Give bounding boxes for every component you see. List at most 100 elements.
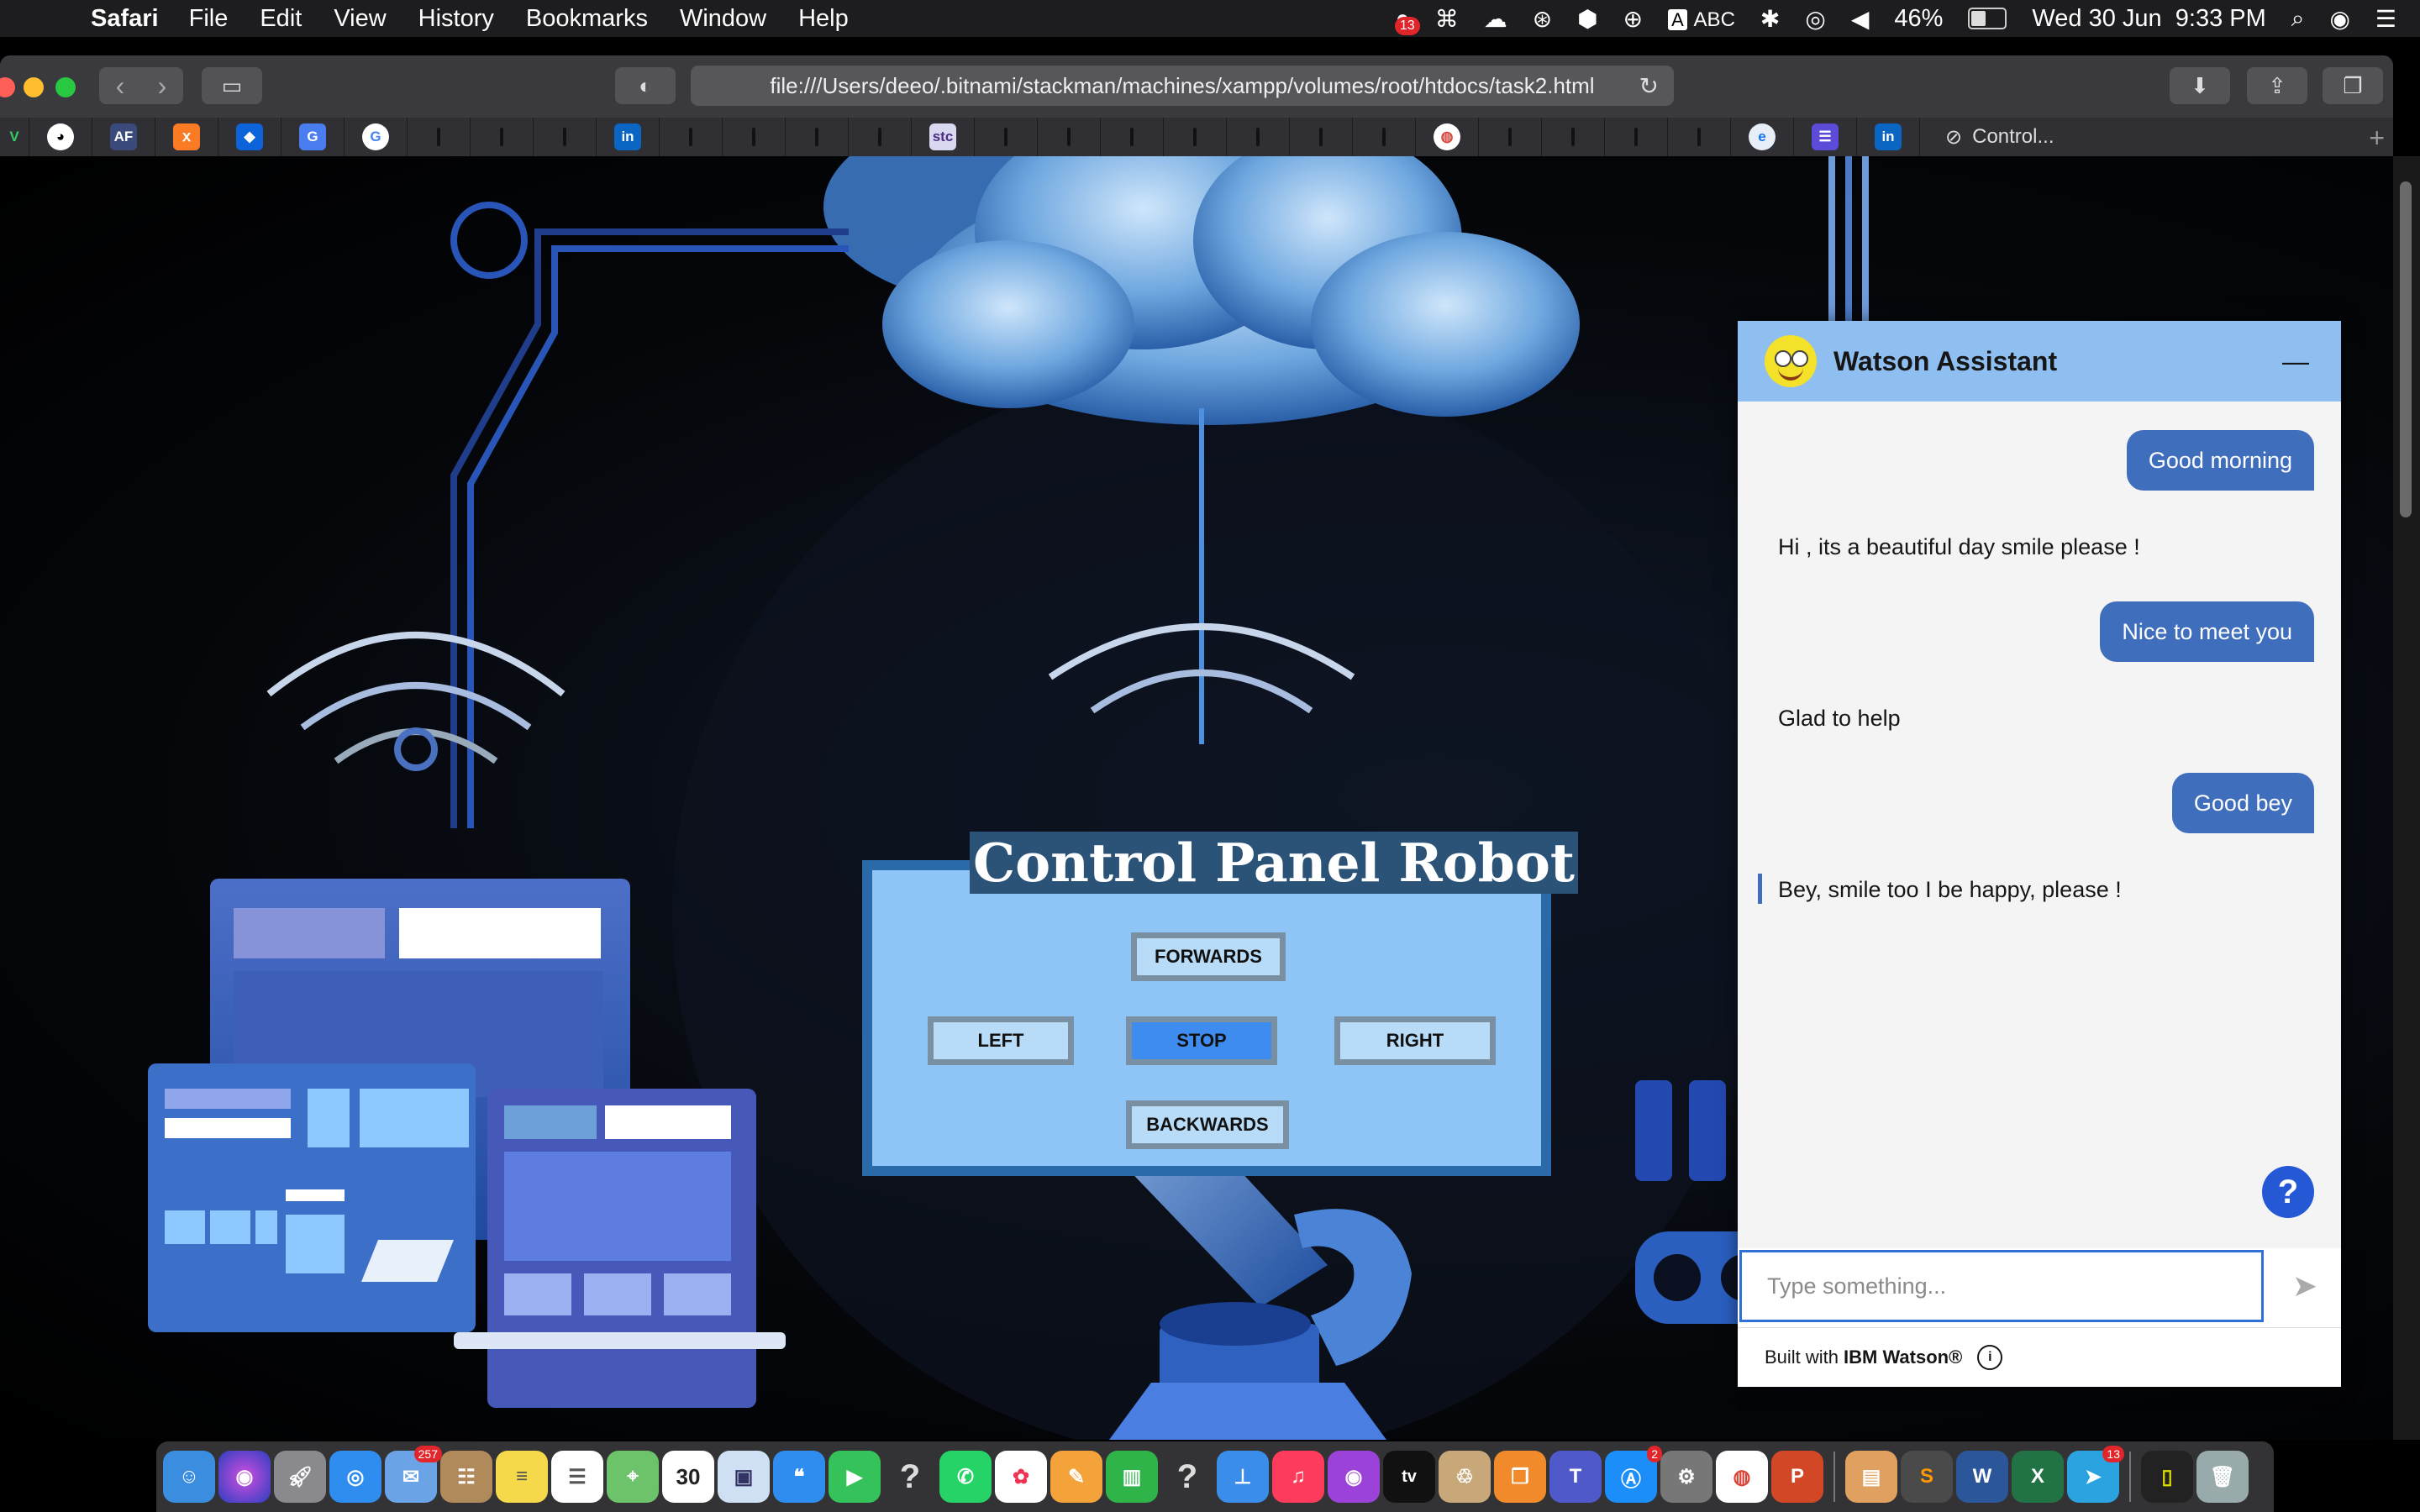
hexagon-app-icon[interactable]: ⬢	[1577, 5, 1597, 33]
page-scrollbar[interactable]	[2393, 156, 2420, 1440]
favorite-16[interactable]	[1542, 118, 1605, 156]
stop-button[interactable]: STOP	[1126, 1016, 1277, 1065]
favorite-5[interactable]	[723, 118, 786, 156]
favorite-1[interactable]	[408, 118, 471, 156]
info-icon[interactable]: i	[1977, 1345, 2003, 1370]
tabs-overview-button[interactable]: ❐	[2323, 67, 2383, 104]
help-button[interactable]: ?	[2262, 1166, 2314, 1218]
excel-icon[interactable]: X	[2012, 1451, 2064, 1503]
mail-icon[interactable]: ✉ 257	[385, 1446, 442, 1503]
downloads-button[interactable]: ⬇	[2170, 67, 2230, 104]
calendar-icon[interactable]: 30	[662, 1451, 714, 1503]
reminders-icon[interactable]: ☰	[551, 1451, 603, 1503]
tab-control-panel[interactable]: ⊘ Control...	[1945, 118, 2130, 156]
facetime-icon[interactable]: ▶	[829, 1451, 881, 1503]
battery-percent[interactable]: 46%	[1894, 5, 1943, 33]
finder-icon[interactable]: ☺	[163, 1451, 215, 1503]
favorite-github[interactable]: ◕	[29, 118, 92, 156]
whatsapp-icon[interactable]: ✆	[939, 1451, 992, 1503]
siri-icon[interactable]: ◉	[218, 1451, 271, 1503]
favorite-linkedin[interactable]: in	[597, 118, 660, 156]
word-icon[interactable]: W	[1956, 1451, 2008, 1503]
clock[interactable]: Wed 30 Jun 9:33 PM	[2032, 5, 2265, 33]
chrome-icon[interactable]: ◍	[1716, 1451, 1768, 1503]
send-icon[interactable]: ➤	[2292, 1268, 2317, 1304]
airplay-icon[interactable]: ◎	[1805, 5, 1825, 33]
terminal-icon[interactable]: ▯	[2141, 1451, 2193, 1503]
share-button[interactable]: ⇪	[2247, 67, 2307, 104]
minimize-icon[interactable]: —	[2282, 346, 2309, 377]
app-store-icon[interactable]: Ⓐ 2	[1605, 1446, 1662, 1503]
creative-cloud-icon[interactable]: ⊛	[1533, 5, 1552, 33]
telegram-icon[interactable]: ➤ 13	[2067, 1446, 2124, 1503]
messages-icon[interactable]: ❝	[773, 1451, 825, 1503]
message-input[interactable]	[1739, 1250, 2264, 1322]
right-button[interactable]: RIGHT	[1334, 1016, 1496, 1065]
new-tab-icon[interactable]: +	[2369, 123, 2385, 154]
contacts-icon[interactable]: ☷	[440, 1451, 492, 1503]
box-icon[interactable]: ▣	[718, 1451, 770, 1503]
favorite-17[interactable]	[1605, 118, 1668, 156]
favorite-14[interactable]	[1353, 118, 1416, 156]
favorite-6[interactable]	[786, 118, 849, 156]
favorite-4[interactable]	[660, 118, 723, 156]
favorite-9[interactable]	[1038, 118, 1101, 156]
favorite-xampp[interactable]: ⅹ	[155, 118, 218, 156]
archive-icon[interactable]: ♲	[1439, 1451, 1491, 1503]
accessibility-icon[interactable]: ⊕	[1623, 5, 1643, 33]
launchpad-icon[interactable]: 🚀︎	[274, 1451, 326, 1503]
menu-bookmarks[interactable]: Bookmarks	[526, 5, 648, 33]
minimize-window-button[interactable]	[24, 77, 44, 97]
notes-icon[interactable]: ≡	[496, 1451, 548, 1503]
favorite-15[interactable]	[1479, 118, 1542, 156]
spotlight-search-icon[interactable]: ⌕	[2291, 5, 2305, 33]
sidebar-toggle-button[interactable]: ▭	[202, 67, 262, 104]
favorite-13[interactable]	[1290, 118, 1353, 156]
back-icon[interactable]: ‹	[116, 71, 125, 102]
favorite-12[interactable]	[1227, 118, 1290, 156]
menu-view[interactable]: View	[334, 5, 386, 33]
favorite-7[interactable]	[849, 118, 912, 156]
menu-file[interactable]: File	[189, 5, 229, 33]
favorite-edge[interactable]: e	[1731, 118, 1794, 156]
siri-icon[interactable]: ◉	[2329, 5, 2349, 33]
favorite-stc[interactable]: stc	[912, 118, 975, 156]
favorite-list[interactable]: ☰	[1794, 118, 1857, 156]
status-app-icon[interactable]: ⌘	[1435, 5, 1459, 33]
bluetooth-icon[interactable]: ✱	[1760, 5, 1780, 33]
favorite-11[interactable]	[1164, 118, 1227, 156]
input-source-icon[interactable]: A ABC	[1668, 5, 1735, 32]
favorite-v[interactable]: V	[0, 118, 29, 156]
photos-icon[interactable]: ✿	[995, 1451, 1047, 1503]
numbers-icon[interactable]: ▥	[1106, 1451, 1158, 1503]
cloud-upload-icon[interactable]: ☁	[1484, 5, 1507, 33]
address-bar[interactable]: file:///Users/deeo/.bitnami/stackman/mac…	[691, 66, 1674, 106]
favorite-chrome[interactable]: ◍	[1416, 118, 1479, 156]
menu-edit[interactable]: Edit	[260, 5, 302, 33]
notification-app-icon[interactable]: ●13	[1394, 5, 1420, 35]
app-menu-safari[interactable]: Safari	[91, 5, 159, 33]
unknown-icon-2[interactable]: ?	[1161, 1451, 1213, 1503]
trash-icon[interactable]: 🗑︎	[2196, 1451, 2249, 1503]
menu-history[interactable]: History	[418, 5, 494, 33]
podcasts-icon[interactable]: ◉	[1328, 1451, 1380, 1503]
menu-window[interactable]: Window	[680, 5, 766, 33]
tv-icon[interactable]: tv	[1383, 1451, 1435, 1503]
favorite-linkedin-2[interactable]: in	[1857, 118, 1920, 156]
volume-icon[interactable]: ◀	[1851, 5, 1870, 33]
favorite-10[interactable]	[1101, 118, 1164, 156]
menu-help[interactable]: Help	[798, 5, 849, 33]
favorite-google[interactable]: G	[345, 118, 408, 156]
forwards-button[interactable]: FORWARDS	[1131, 932, 1286, 981]
control-center-icon[interactable]: ☰	[2375, 5, 2396, 33]
favorite-google-translate[interactable]: G	[281, 118, 345, 156]
maps-icon[interactable]: ⌖	[607, 1451, 659, 1503]
scrollbar-thumb[interactable]	[2400, 181, 2412, 517]
favorite-3[interactable]	[534, 118, 597, 156]
forward-icon[interactable]: ›	[158, 71, 167, 102]
battery-icon[interactable]	[1968, 8, 2007, 29]
favorite-2[interactable]	[471, 118, 534, 156]
favorite-dropbox[interactable]: ◆	[218, 118, 281, 156]
system-preferences-icon[interactable]: ⚙	[1660, 1451, 1712, 1503]
unknown-icon[interactable]: ?	[884, 1451, 936, 1503]
